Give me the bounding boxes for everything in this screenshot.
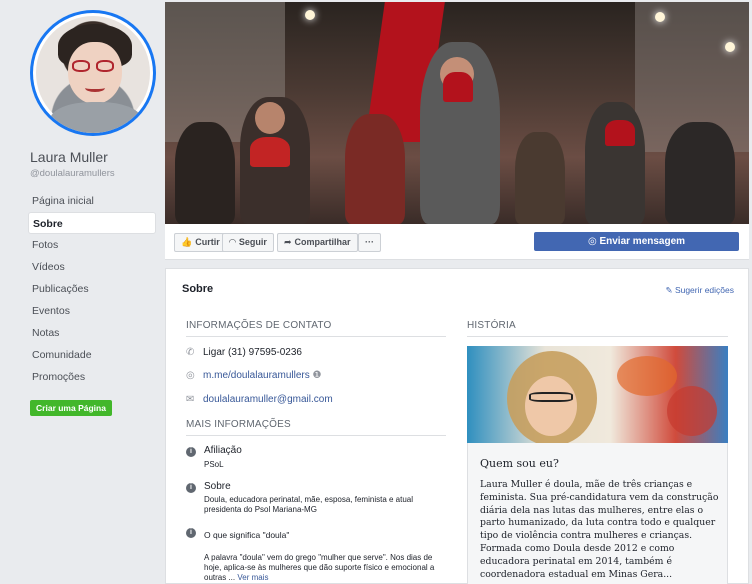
story-image[interactable] [467, 346, 728, 443]
envelope-icon: ✉ [186, 394, 195, 405]
story-card[interactable]: Quem sou eu? Laura Muller é doula, mãe d… [467, 443, 728, 584]
messenger-icon: ◎ [587, 236, 600, 247]
cover-photo[interactable] [165, 2, 749, 224]
page-action-bar: 👍 Curtir ◠ Seguir ➦ Compartilhar ··· ◎ Envi… [165, 224, 749, 260]
about-item-value: Doula, educadora perinatal, mãe, esposa,… [204, 495, 414, 514]
about-item-title: Sobre [204, 481, 231, 492]
thumbs-up-icon: 👍 [181, 237, 193, 247]
page-nav: Página inicial Sobre Fotos Vídeos Public… [28, 190, 156, 388]
phone-row[interactable]: ✆ Ligar (31) 97595-0236 [186, 347, 302, 358]
nav-item-home[interactable]: Página inicial [28, 190, 156, 212]
profile-picture[interactable] [30, 10, 156, 136]
info-icon: i [186, 483, 196, 493]
nav-item-about[interactable]: Sobre [28, 212, 156, 234]
follow-button[interactable]: ◠ Seguir [222, 233, 274, 252]
more-options-button[interactable]: ··· [358, 233, 381, 252]
email-row[interactable]: ✉ doulalauramuller@gmail.com [186, 394, 333, 405]
glasses-detail [72, 60, 116, 72]
create-page-button[interactable]: Criar uma Página [30, 400, 112, 416]
nav-item-posts[interactable]: Publicações [28, 278, 156, 300]
nav-item-notes[interactable]: Notas [28, 322, 156, 344]
story-question: Quem sou eu? [480, 457, 559, 470]
share-button[interactable]: ➦ Compartilhar [277, 233, 358, 252]
doula-meaning-title: O que significa "doula" [204, 530, 290, 540]
contact-info-heading: INFORMAÇÕES DE CONTATO [186, 320, 332, 331]
messenger-icon: ◎ [186, 370, 195, 381]
suggest-edits-link[interactable]: ✎ Sugerir edições [665, 285, 734, 296]
share-arrow-icon: ➦ [284, 237, 292, 247]
nav-item-videos[interactable]: Vídeos [28, 256, 156, 278]
nav-item-photos[interactable]: Fotos [28, 234, 156, 256]
info-icon: i [186, 528, 196, 538]
see-more-link[interactable]: Ver mais [237, 573, 268, 582]
messenger-row[interactable]: ◎ m.me/doulalauramullers ❶ [186, 370, 321, 381]
left-sidebar: Laura Muller @doulalauramullers Página i… [0, 0, 165, 584]
info-icon: ❶ [309, 370, 322, 381]
affiliation-value: PSoL [204, 460, 224, 469]
page-name: Laura Muller [30, 149, 108, 165]
story-heading: HISTÓRIA [467, 320, 516, 331]
pencil-icon: ✎ [665, 285, 675, 295]
more-info-heading: MAIS INFORMAÇÕES [186, 419, 291, 430]
avatar [36, 16, 150, 133]
nav-item-events[interactable]: Eventos [28, 300, 156, 322]
page-handle[interactable]: @doulalauramullers [30, 168, 115, 179]
doula-meaning-value: A palavra "doula" vem do grego "mulher q… [204, 553, 435, 582]
nav-item-community[interactable]: Comunidade [28, 344, 156, 366]
rss-icon: ◠ [229, 237, 236, 247]
affiliation-title: Afiliação [204, 445, 242, 456]
story-text: Laura Muller é doula, mãe de três crianç… [480, 479, 719, 580]
send-message-button[interactable]: ◎ Enviar mensagem [534, 232, 739, 251]
nav-item-promotions[interactable]: Promoções [28, 366, 156, 388]
phone-icon: ✆ [186, 347, 195, 358]
info-icon: i [186, 447, 196, 457]
about-heading: Sobre [182, 283, 214, 295]
like-button[interactable]: 👍 Curtir [174, 233, 227, 252]
about-panel: Sobre ✎ Sugerir edições INFORMAÇÕES DE C… [165, 268, 749, 584]
